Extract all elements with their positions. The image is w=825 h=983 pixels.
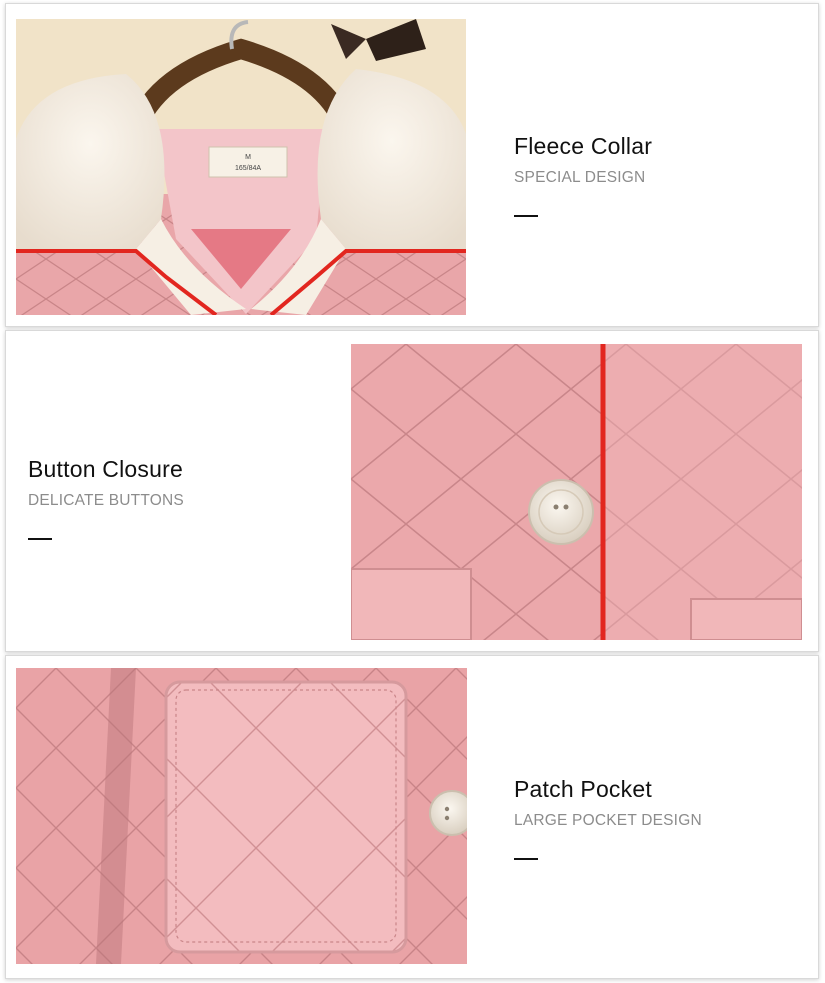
- accent-dash: [28, 538, 52, 540]
- feature-title: Patch Pocket: [514, 776, 652, 802]
- feature-caption: Button Closure DELICATE BUTTONS: [28, 456, 184, 540]
- feature-subtitle: LARGE POCKET DESIGN: [514, 812, 702, 829]
- feature-subtitle: DELICATE BUTTONS: [28, 492, 184, 509]
- patch-pocket-photo: [16, 668, 467, 964]
- feature-title: Button Closure: [28, 456, 183, 482]
- svg-text:165/84A: 165/84A: [235, 165, 261, 172]
- feature-caption: Patch Pocket LARGE POCKET DESIGN: [514, 776, 702, 860]
- feature-panel-button-closure: Button Closure DELICATE BUTTONS: [5, 330, 819, 652]
- feature-panel-patch-pocket: Patch Pocket LARGE POCKET DESIGN: [5, 655, 819, 979]
- feature-title: Fleece Collar: [514, 133, 653, 159]
- feature-subtitle: SPECIAL DESIGN: [514, 169, 646, 186]
- svg-text:M: M: [245, 154, 251, 161]
- feature-caption: Fleece Collar SPECIAL DESIGN: [514, 133, 652, 217]
- feature-panel-fleece-collar: M 165/84A Fleece Collar SPECIAL DESIGN: [5, 3, 819, 327]
- fleece-collar-photo: M 165/84A: [16, 19, 466, 315]
- accent-dash: [514, 858, 538, 860]
- accent-dash: [514, 215, 538, 217]
- button-closure-photo: [351, 344, 802, 640]
